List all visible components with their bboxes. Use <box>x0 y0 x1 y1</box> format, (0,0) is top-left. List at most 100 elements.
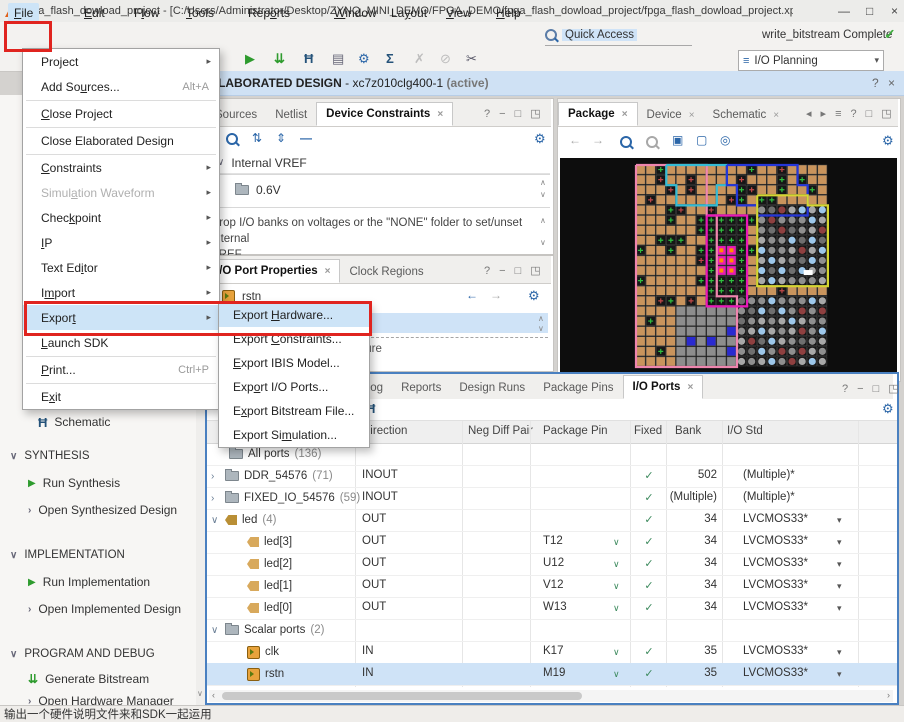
menu-item-export-ibis-model[interactable]: Export IBIS Model... <box>219 351 369 375</box>
run-button-icon[interactable]: ▶ <box>245 51 255 67</box>
table-row-led3[interactable]: led[3] OUTT12∨✓34LVCMOS33*▾ <box>207 531 897 554</box>
expand-all-icon[interactable]: ⇕ <box>276 131 286 145</box>
dropdown-icon[interactable]: ▾ <box>837 603 842 614</box>
sum-reports-icon[interactable]: Σ <box>386 51 394 67</box>
menu-item-exit[interactable]: Exit <box>23 384 219 409</box>
dropdown-icon[interactable]: ∨ <box>613 581 620 592</box>
col-neg-diff-pair[interactable]: Neg Diff Pair <box>468 425 533 437</box>
tab-package[interactable]: Package× <box>558 102 638 126</box>
menu-view[interactable]: View <box>440 3 478 23</box>
gear-icon[interactable]: ⚙ <box>534 131 546 147</box>
expander-icon[interactable]: › <box>211 493 220 504</box>
menu-item-export-io-ports[interactable]: Export I/O Ports... <box>219 375 369 399</box>
menu-item-export[interactable]: Export <box>23 305 219 330</box>
sidebar-item-generate-bitstream[interactable]: ⇊ Generate Bitstream <box>28 671 149 687</box>
dropdown-icon[interactable]: ▾ <box>837 537 842 548</box>
constraints-panel-controls[interactable]: ?−□◳ <box>484 107 541 120</box>
menu-reports[interactable]: Reports <box>242 3 296 23</box>
sidebar-item-schematic[interactable]: Ħ Schematic <box>38 414 110 430</box>
gear-icon[interactable]: ⚙ <box>528 288 540 304</box>
dropdown-icon[interactable]: ▾ <box>837 647 842 658</box>
gear-icon[interactable]: ⚙ <box>882 401 894 417</box>
sidebar-section-program-debug[interactable]: ∨ PROGRAM AND DEBUG <box>10 646 155 662</box>
menu-item-checkpoint[interactable]: Checkpoint <box>23 205 219 230</box>
scroll-up-icon[interactable]: ∧ <box>538 314 544 323</box>
dropdown-icon[interactable]: ∨ <box>613 603 620 614</box>
close-tab-icon[interactable]: × <box>773 110 779 121</box>
menu-item-constraints[interactable]: Constraints <box>23 155 219 180</box>
banner-close-icon[interactable]: × <box>888 76 895 90</box>
expander-icon[interactable]: › <box>211 471 220 482</box>
generate-bitstream-icon[interactable]: ⇊ <box>274 51 285 67</box>
zoom-fit-icon[interactable]: ▣ <box>672 133 683 147</box>
menu-flow[interactable]: Flow <box>128 3 165 23</box>
close-tab-icon[interactable]: × <box>687 382 693 393</box>
scroll-down-icon[interactable]: ∨ <box>197 689 203 698</box>
scroll-right-icon[interactable]: › <box>887 690 890 700</box>
status-write-bitstream[interactable]: write_bitstream Complete <box>762 29 892 41</box>
menu-edit[interactable]: Edit <box>78 3 111 23</box>
sidebar-section-implementation[interactable]: ∨ IMPLEMENTATION <box>10 547 125 563</box>
menu-item-export-bitstream-file[interactable]: Export Bitstream File... <box>219 399 369 423</box>
package-panel-controls[interactable]: ◂▸≡?□◳ <box>806 107 892 120</box>
expander-icon[interactable]: ∨ <box>211 515 220 526</box>
schematic-toolbar-icon[interactable]: Ħ <box>304 51 313 67</box>
horizontal-scrollbar[interactable]: ‹ › <box>209 690 893 702</box>
tab-design-runs[interactable]: Design Runs <box>450 377 534 399</box>
layout-selector[interactable]: ≡ I/O Planning ▾ <box>738 50 884 71</box>
menu-tools[interactable]: Tools <box>180 3 220 23</box>
menu-item-ip[interactable]: IP <box>23 230 219 255</box>
scroll-down-icon[interactable]: ∨ <box>540 238 546 247</box>
sidebar-item-open-implemented-design[interactable]: › Open Implemented Design <box>28 601 181 617</box>
menu-item-add-sources[interactable]: Add Sources...Alt+A <box>23 74 219 99</box>
menu-item-launch-sdk[interactable]: Launch SDK <box>23 330 219 355</box>
menu-window[interactable]: Window <box>328 3 383 23</box>
sidebar-section-synthesis[interactable]: ∨ SYNTHESIS <box>10 448 90 464</box>
table-row-scalar-ports[interactable]: ∨Scalar ports(2) <box>207 619 897 642</box>
menu-item-close-elaborated-design[interactable]: Close Elaborated Design <box>23 128 219 153</box>
vref-group-row[interactable]: ∨ Internal VREF <box>207 152 550 174</box>
dropdown-icon[interactable]: ▾ <box>837 669 842 680</box>
table-row-led0[interactable]: led[0] OUTW13∨✓34LVCMOS33*▾ <box>207 597 897 620</box>
dropdown-icon[interactable]: ▾ <box>837 581 842 592</box>
banner-help-icon[interactable]: ? <box>872 76 879 90</box>
sidebar-item-open-synthesized-design[interactable]: › Open Synthesized Design <box>28 502 177 518</box>
tab-clock-regions[interactable]: Clock Regions <box>340 261 432 283</box>
collapse-all-icon[interactable]: ⇅ <box>252 131 262 145</box>
close-tab-icon[interactable]: × <box>622 109 628 120</box>
col-package-pin[interactable]: Package Pin <box>543 425 608 437</box>
checklist-icon[interactable]: ▤ <box>332 51 344 67</box>
close-button[interactable]: × <box>891 0 898 22</box>
package-view[interactable] <box>560 158 897 378</box>
minimize-button[interactable]: — <box>838 0 850 22</box>
table-row-rstn[interactable]: rstn INM19∨✓35LVCMOS33*▾ <box>207 663 897 686</box>
expander-icon[interactable]: ∨ <box>211 625 220 636</box>
table-row-led2[interactable]: led[2] OUTU12∨✓34LVCMOS33*▾ <box>207 553 897 576</box>
table-row-led1[interactable]: led[1] OUTV12∨✓34LVCMOS33*▾ <box>207 575 897 598</box>
close-tab-icon[interactable]: × <box>437 109 443 120</box>
tab-io-ports[interactable]: I/O Ports× <box>623 375 704 399</box>
vref-value-row[interactable]: 0.6V <box>207 175 550 197</box>
menu-item-import[interactable]: Import <box>23 280 219 305</box>
menu-layout[interactable]: Layout <box>385 3 433 23</box>
dropdown-icon[interactable]: ▾ <box>837 515 842 526</box>
remove-icon[interactable]: — <box>300 131 312 145</box>
tab-device-constraints[interactable]: Device Constraints× <box>316 102 453 126</box>
tab-reports[interactable]: Reports <box>392 377 450 399</box>
dropdown-icon[interactable]: ∨ <box>613 559 620 570</box>
scroll-left-icon[interactable]: ‹ <box>212 690 215 700</box>
scroll-up-icon[interactable]: ∧ <box>540 216 546 225</box>
menu-item-project[interactable]: Project <box>23 49 219 74</box>
maximize-button[interactable]: □ <box>866 0 873 22</box>
sidebar-item-run-implementation[interactable]: ▶ Run Implementation <box>28 574 150 590</box>
scroll-up-icon[interactable]: ∧ <box>540 178 546 187</box>
quick-access-search[interactable]: Quick Access <box>545 26 637 44</box>
autofit-icon[interactable]: ◎ <box>720 133 730 147</box>
zoom-selection-icon[interactable]: ▢ <box>696 133 707 147</box>
table-row-led-group[interactable]: ∨led(4) OUT✓34LVCMOS33*▾ <box>207 509 897 532</box>
settings-gear-icon[interactable]: ⚙ <box>358 51 370 67</box>
zoom-in-icon[interactable] <box>620 136 632 151</box>
close-tab-icon[interactable]: × <box>689 110 695 121</box>
gear-icon[interactable]: ⚙ <box>882 133 894 149</box>
dropdown-icon[interactable]: ∨ <box>613 647 620 658</box>
